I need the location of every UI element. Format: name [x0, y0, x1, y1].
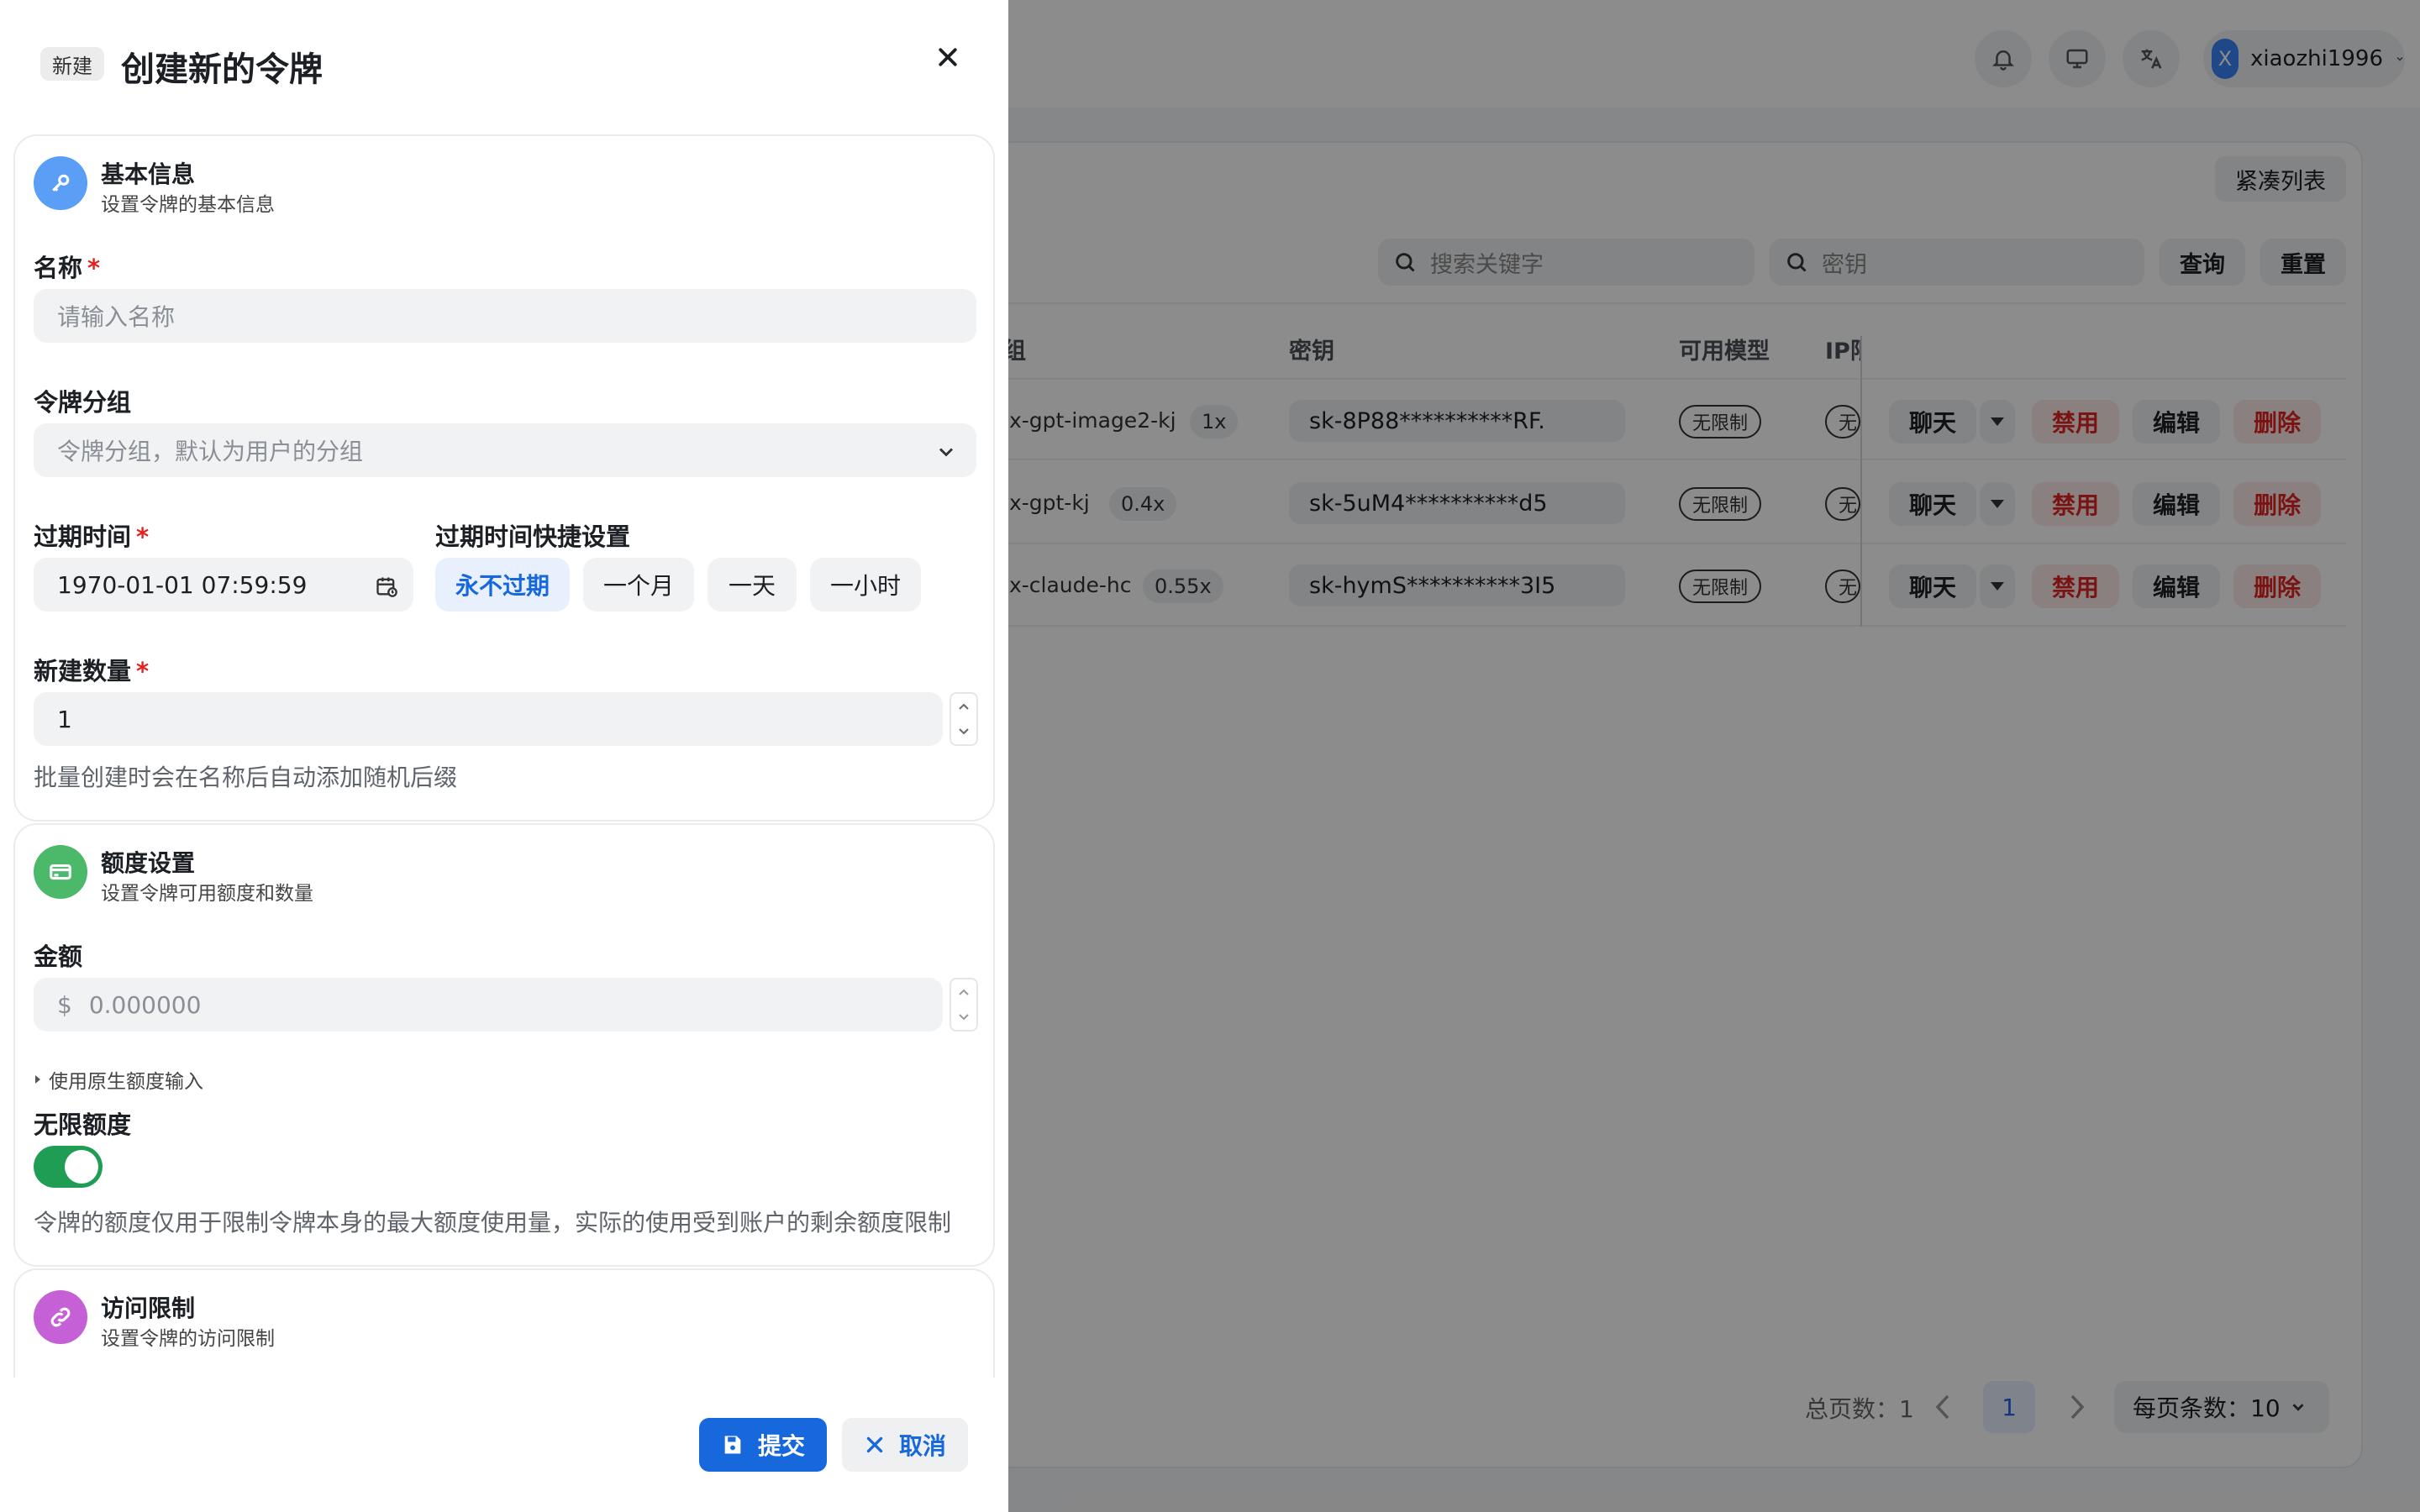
- group-label: 令牌分组: [34, 388, 132, 417]
- section-title: 额度设置: [101, 849, 196, 877]
- quota-section: 额度设置 设置令牌可用额度和数量 金额 $ 0.000000 使用原生额度输入 …: [13, 823, 995, 1267]
- access-section: 访问限制 设置令牌的访问限制: [13, 1268, 995, 1378]
- chevron-up-icon[interactable]: [958, 702, 970, 711]
- sheet-header: 新建 创建新的令牌: [0, 0, 1008, 126]
- raw-quota-toggle[interactable]: 使用原生额度输入: [34, 1065, 203, 1094]
- quick-never-expire-button[interactable]: 永不过期: [435, 558, 570, 612]
- sheet-title: 创建新的令牌: [121, 50, 323, 89]
- quota-help-text: 令牌的额度仅用于限制令牌本身的最大额度使用量，实际的使用受到账户的剩余额度限制: [34, 1209, 952, 1236]
- amount-label: 金额: [34, 942, 83, 971]
- save-icon: [724, 1436, 741, 1454]
- count-label: 新建数量 *: [34, 657, 150, 685]
- group-select[interactable]: 令牌分组，默认为用户的分组: [34, 423, 976, 477]
- link-icon: [34, 1290, 87, 1344]
- quick-expire-label: 过期时间快捷设置: [435, 522, 631, 551]
- chevron-down-icon[interactable]: [958, 727, 970, 736]
- sheet-body[interactable]: 基本信息 设置令牌的基本信息 名称 * 请输入名称 令牌分组 令牌分组，默认为用户…: [0, 126, 1008, 1378]
- caret-right-icon: [35, 1075, 40, 1084]
- amount-input[interactable]: $ 0.000000: [34, 978, 943, 1032]
- switch-knob: [65, 1150, 98, 1184]
- count-stepper[interactable]: [950, 692, 978, 746]
- section-subtitle: 设置令牌可用额度和数量: [101, 883, 313, 905]
- section-subtitle: 设置令牌的基本信息: [101, 194, 275, 216]
- sheet-footer: 提交 取消: [0, 1378, 1008, 1512]
- credit-card-icon: [34, 845, 87, 899]
- chevron-up-icon[interactable]: [958, 988, 970, 996]
- close-icon: [939, 48, 957, 66]
- unlimited-quota-switch[interactable]: [34, 1146, 103, 1188]
- calendar-icon: [376, 577, 397, 597]
- close-icon: [866, 1436, 883, 1453]
- basic-info-section: 基本信息 设置令牌的基本信息 名称 * 请输入名称 令牌分组 令牌分组，默认为用户…: [13, 134, 995, 822]
- name-label: 名称 *: [34, 254, 101, 282]
- amount-stepper[interactable]: [950, 978, 978, 1032]
- unlimited-label: 无限额度: [34, 1110, 132, 1139]
- expire-date-input[interactable]: 1970-01-01 07:59:59: [34, 558, 413, 612]
- key-icon: [34, 156, 87, 210]
- expire-label: 过期时间 *: [34, 522, 150, 551]
- currency-prefix: $: [57, 990, 72, 1019]
- close-button[interactable]: [929, 39, 966, 76]
- section-title: 访问限制: [101, 1294, 196, 1322]
- new-tag: 新建: [40, 47, 104, 81]
- section-title: 基本信息: [101, 160, 196, 188]
- submit-button[interactable]: 提交: [699, 1418, 827, 1472]
- section-subtitle: 设置令牌的访问限制: [101, 1328, 275, 1350]
- quick-one-day-button[interactable]: 一天: [708, 558, 797, 612]
- name-input[interactable]: 请输入名称: [34, 289, 976, 343]
- count-input[interactable]: 1: [34, 692, 943, 746]
- quick-one-month-button[interactable]: 一个月: [583, 558, 694, 612]
- cancel-button[interactable]: 取消: [842, 1418, 968, 1472]
- create-token-sheet: 新建 创建新的令牌 基本信息 设置令牌的基本信息 名称 * 请输入名称 令牌分组 …: [0, 0, 1008, 1512]
- count-help-text: 批量创建时会在名称后自动添加随机后缀: [34, 764, 458, 791]
- chevron-down-icon[interactable]: [958, 1013, 970, 1021]
- quick-one-hour-button[interactable]: 一小时: [810, 558, 921, 612]
- chevron-down-icon: [939, 448, 954, 457]
